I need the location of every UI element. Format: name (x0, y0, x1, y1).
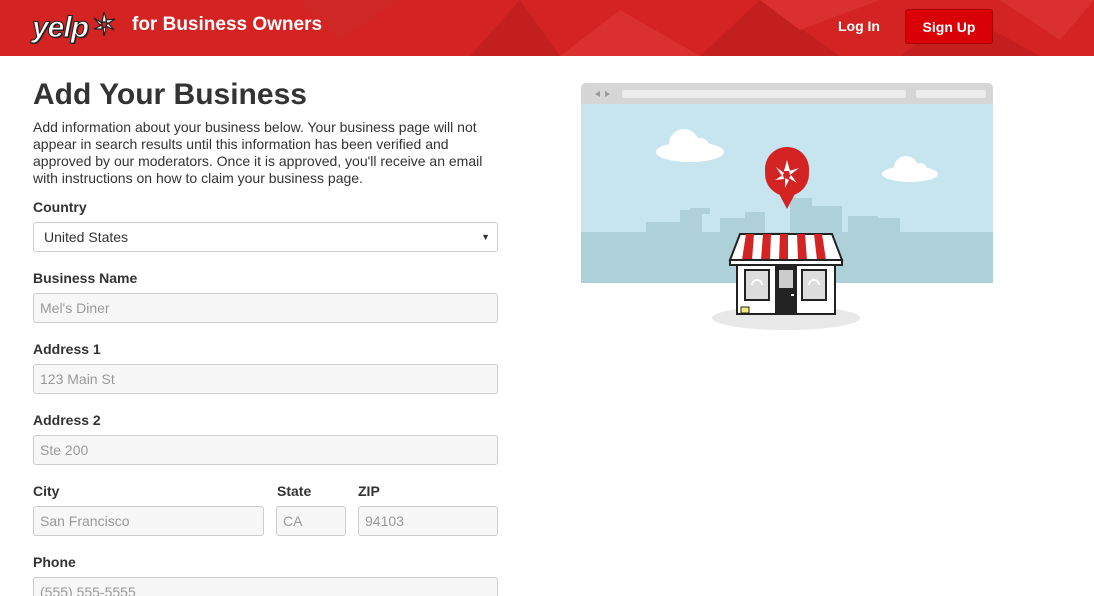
state-label: State (277, 483, 312, 499)
city-label: City (33, 483, 60, 499)
header-tagline: for Business Owners (132, 14, 323, 35)
country-select[interactable]: United States ▼ (33, 222, 498, 252)
yelp-burst-icon (93, 11, 116, 37)
state-input[interactable] (276, 506, 346, 536)
page-title: Add Your Business (33, 78, 307, 111)
city-input[interactable] (33, 506, 264, 536)
dropdown-caret-icon: ▼ (481, 232, 490, 242)
yelp-logo[interactable]: yelp (31, 6, 119, 50)
zip-input[interactable] (358, 506, 498, 536)
yelp-logo-text: yelp (31, 11, 89, 44)
phone-label: Phone (33, 554, 76, 570)
country-label: Country (33, 199, 87, 215)
log-in-link[interactable]: Log In (838, 18, 880, 34)
address1-input[interactable] (33, 364, 498, 394)
top-navigation-bar: yelp for Business Owners Log In Sign Up (0, 0, 1094, 56)
country-selected-value: United States (44, 229, 129, 245)
business-name-label: Business Name (33, 270, 138, 286)
phone-input[interactable] (33, 577, 498, 596)
business-name-input[interactable] (33, 293, 498, 323)
storefront-illustration (581, 83, 993, 330)
address2-label: Address 2 (33, 412, 101, 428)
zip-label: ZIP (358, 483, 380, 499)
intro-text: Add information about your business belo… (33, 119, 483, 186)
sign-up-button[interactable]: Sign Up (905, 9, 993, 44)
address1-label: Address 1 (33, 341, 101, 357)
address2-input[interactable] (33, 435, 498, 465)
